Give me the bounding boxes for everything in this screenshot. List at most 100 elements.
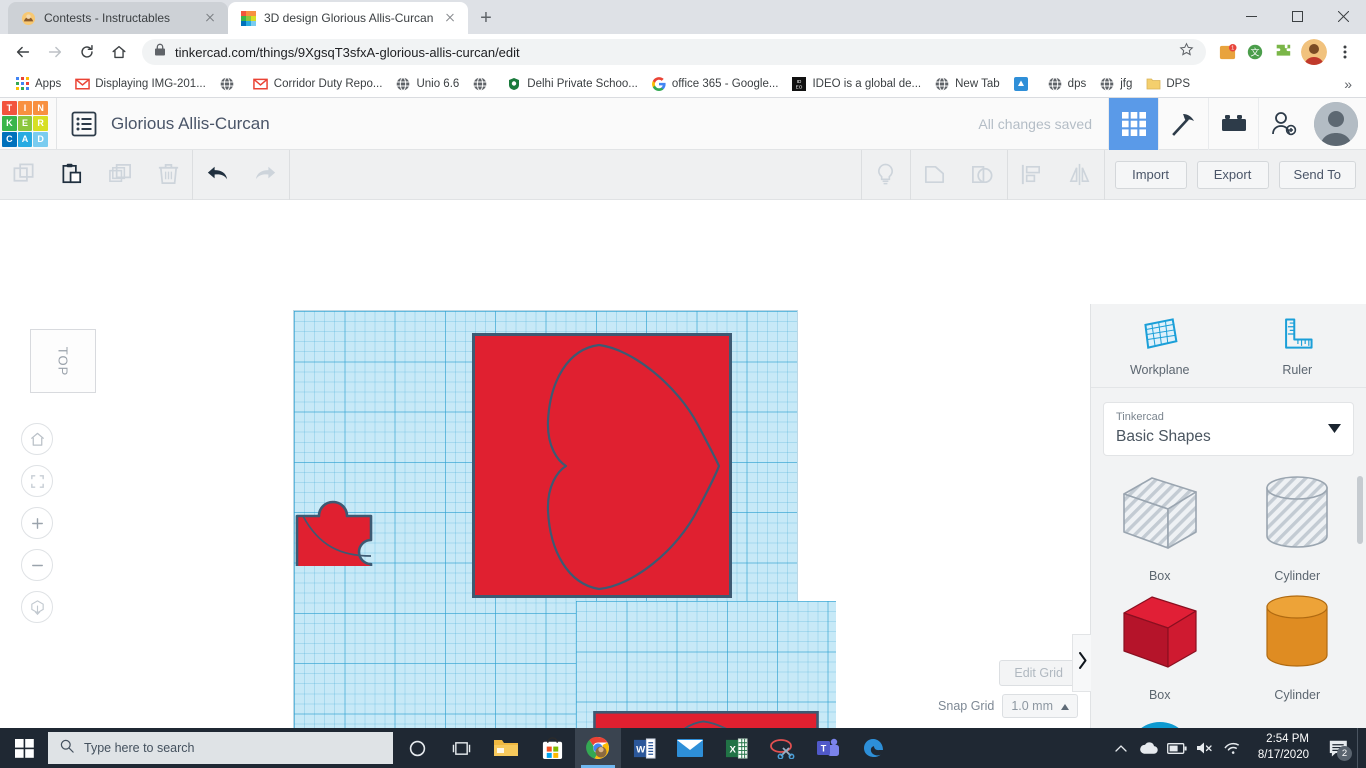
ruler-tool[interactable]: Ruler — [1229, 304, 1366, 387]
undo-icon[interactable] — [193, 150, 241, 200]
user-avatar[interactable] — [1314, 101, 1358, 146]
extensions-icon[interactable] — [1270, 39, 1296, 65]
lego-brick-icon[interactable] — [1208, 98, 1258, 150]
search-input[interactable]: Type here to search — [48, 732, 393, 764]
bookmark-displaying-img[interactable]: Displaying IMG-201... — [68, 73, 212, 95]
grid-view-icon[interactable] — [1108, 98, 1158, 150]
bookmark-new-tab[interactable]: New Tab — [928, 73, 1006, 95]
taskbar-clock[interactable]: 2:54 PM 8/17/2020 — [1248, 728, 1319, 768]
profile-avatar[interactable] — [1301, 39, 1327, 65]
microsoft-excel-icon[interactable]: X — [713, 728, 759, 768]
minimize-icon[interactable] — [1228, 0, 1274, 32]
bookmark-dps[interactable]: dps — [1041, 73, 1093, 95]
bookmarks-overflow-button[interactable]: » — [1338, 76, 1358, 92]
view-cube[interactable]: TOP — [30, 329, 96, 393]
send-to-button[interactable]: Send To — [1278, 160, 1356, 189]
page-title[interactable]: Glorious Allis-Curcan — [111, 114, 270, 134]
battery-icon[interactable] — [1164, 728, 1190, 768]
import-button[interactable]: Import — [1114, 160, 1187, 189]
shape-label: Box — [1148, 569, 1171, 583]
close-icon[interactable] — [442, 10, 458, 26]
google-chrome-icon[interactable] — [575, 728, 621, 768]
shape-cylinder-hole[interactable]: Cylinder — [1229, 472, 1366, 583]
zoom-out-icon[interactable] — [21, 549, 53, 581]
shape-scribble[interactable] — [1229, 710, 1366, 728]
wifi-icon[interactable] — [1220, 728, 1246, 768]
tinkercad-logo[interactable]: T I N K E R C A D — [2, 100, 48, 147]
shape-library-select[interactable]: Tinkercad Basic Shapes — [1103, 402, 1354, 456]
action-center-icon[interactable]: 2 — [1321, 728, 1355, 768]
puzzle-piece-small[interactable] — [293, 466, 383, 580]
paste-icon[interactable] — [48, 150, 96, 200]
volume-muted-icon[interactable] — [1192, 728, 1218, 768]
bookmark-apps[interactable]: Apps — [8, 73, 67, 95]
bookmark-blue-app[interactable] — [1007, 73, 1040, 95]
show-desktop-button[interactable] — [1357, 728, 1364, 768]
reload-icon[interactable] — [72, 37, 102, 67]
windows-start-icon[interactable] — [0, 728, 48, 768]
file-explorer-icon[interactable] — [483, 728, 529, 768]
address-bar[interactable]: tinkercad.com/things/9XgsqT3sfxA-gloriou… — [142, 39, 1206, 65]
microsoft-store-icon[interactable] — [529, 728, 575, 768]
bookmark-globe-1[interactable] — [213, 73, 246, 95]
browser-tab-tinkercad[interactable]: 3D design Glorious Allis-Curcan | — [228, 2, 468, 34]
heart-square-large[interactable] — [472, 333, 732, 603]
mirror-icon — [1056, 150, 1104, 200]
home-icon[interactable] — [104, 37, 134, 67]
star-icon[interactable] — [1179, 42, 1194, 62]
browser-tab-contests[interactable]: Contests - Instructables — [8, 2, 228, 34]
minecraft-pickaxe-icon[interactable] — [1158, 98, 1208, 150]
shape-box-solid[interactable]: Box — [1091, 591, 1229, 702]
workplane-tool[interactable]: Workplane — [1091, 304, 1229, 387]
close-icon[interactable] — [202, 10, 218, 26]
bookmark-corridor-duty[interactable]: Corridor Duty Repo... — [247, 73, 389, 95]
back-icon[interactable] — [8, 37, 38, 67]
bookmark-ideo[interactable]: ID EO IDEO is a global de... — [785, 73, 927, 95]
3d-canvas[interactable]: TOP Edit Grid Snap Grid 1.0 mm Workplane… — [0, 201, 1366, 728]
shape-sphere-solid[interactable] — [1091, 710, 1229, 728]
extension-badge-icon[interactable]: 1 — [1214, 39, 1240, 65]
zoom-in-icon[interactable] — [21, 507, 53, 539]
bookmark-folder-dps[interactable]: DPS — [1139, 73, 1196, 95]
heart-square-second[interactable] — [576, 711, 836, 728]
export-button[interactable]: Export — [1196, 160, 1269, 189]
edit-grid-button[interactable]: Edit Grid — [999, 660, 1078, 686]
list-icon[interactable] — [67, 107, 101, 141]
panel-scrollbar-thumb[interactable] — [1357, 476, 1363, 544]
bookmark-office365[interactable]: office 365 - Google... — [645, 73, 785, 95]
cortana-circle-icon[interactable] — [395, 728, 439, 768]
snap-grid-select[interactable]: 1.0 mm — [1002, 694, 1078, 718]
microsoft-edge-icon[interactable] — [851, 728, 897, 768]
three-dot-menu-icon[interactable] — [1332, 39, 1358, 65]
show-hidden-icons-chevron[interactable] — [1108, 728, 1134, 768]
microsoft-word-icon[interactable]: W — [621, 728, 667, 768]
new-tab-button[interactable]: + — [472, 4, 500, 32]
snipping-tool-icon[interactable] — [759, 728, 805, 768]
scribble-shape-icon — [1253, 710, 1341, 728]
maximize-icon[interactable] — [1274, 0, 1320, 32]
close-icon[interactable] — [1320, 0, 1366, 32]
shape-cylinder-solid[interactable]: Cylinder — [1229, 591, 1366, 702]
fit-to-view-icon[interactable] — [21, 465, 53, 497]
onedrive-cloud-icon[interactable] — [1136, 728, 1162, 768]
panel-collapse-handle[interactable] — [1072, 634, 1091, 692]
bookmark-globe-2[interactable] — [466, 73, 499, 95]
bookmark-unio[interactable]: Unio 6.6 — [389, 73, 465, 95]
microsoft-teams-icon[interactable]: T — [805, 728, 851, 768]
align-mirror-group — [1008, 150, 1104, 200]
home-view-icon[interactable] — [21, 423, 53, 455]
shape-box-hole[interactable]: Box — [1091, 472, 1229, 583]
align-icon — [1008, 150, 1056, 200]
globe-icon — [395, 76, 411, 92]
bookmark-jfg[interactable]: jfg — [1093, 73, 1138, 95]
invite-person-icon[interactable] — [1258, 98, 1308, 150]
bookmark-delhi-private-school[interactable]: Delhi Private Schoo... — [500, 73, 644, 95]
puzzle-piece-medium[interactable] — [372, 714, 464, 728]
translate-icon[interactable]: 文 — [1242, 39, 1268, 65]
task-view-icon[interactable] — [439, 728, 483, 768]
panel-scrollbar[interactable] — [1357, 476, 1363, 728]
workplane-grid-extension[interactable] — [576, 601, 836, 728]
perspective-toggle-icon[interactable] — [21, 591, 53, 623]
mail-icon[interactable] — [667, 728, 713, 768]
forward-icon — [40, 37, 70, 67]
